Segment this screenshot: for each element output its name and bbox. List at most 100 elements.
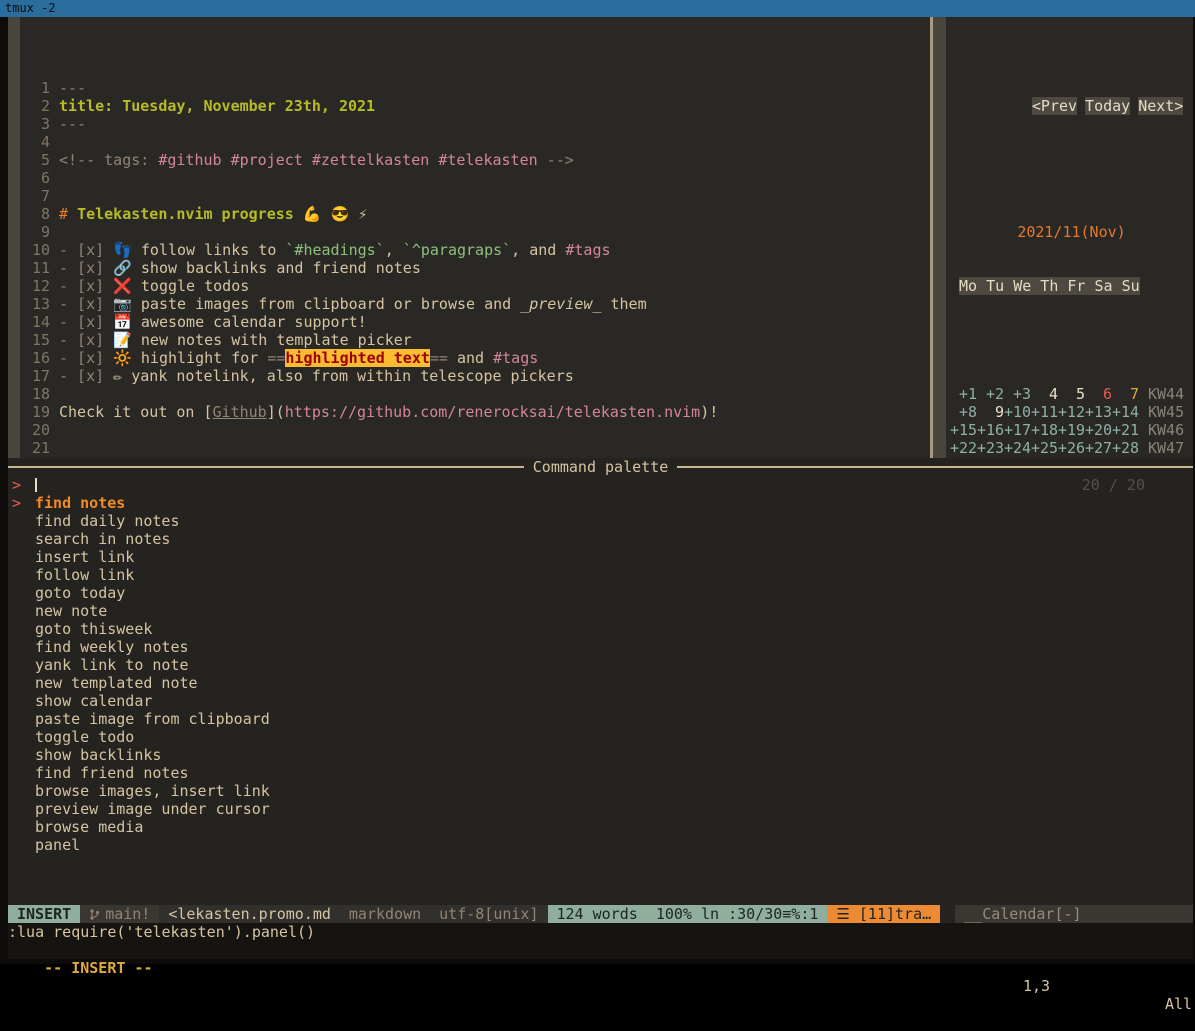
calendar-day-cell[interactable]: +20	[1085, 421, 1112, 439]
git-branch-segment: main!	[80, 905, 159, 923]
editor-line[interactable]: 11- [x] 🔗 show backlinks and friend note…	[20, 259, 930, 277]
calendar-day-cell[interactable]: +1	[950, 385, 977, 403]
editor-line[interactable]: 10- [x] 👣 follow links to `#headings`, `…	[20, 241, 930, 259]
palette-item[interactable]: search in notes	[8, 530, 1193, 548]
calendar-day-cell[interactable]: +2	[977, 385, 1004, 403]
calendar-day-cell[interactable]: +21	[1112, 421, 1139, 439]
palette-item-label: new note	[35, 602, 107, 620]
palette-item[interactable]: follow link	[8, 566, 1193, 584]
text-segment: `#headings`	[285, 241, 384, 259]
palette-item[interactable]: find friend notes	[8, 764, 1193, 782]
editor-pane[interactable]: 1---2title: Tuesday, November 23th, 2021…	[8, 17, 930, 458]
buffer-indicator[interactable]: ☰ [11]tra…	[827, 905, 940, 923]
result-counter: 20 / 20	[1082, 476, 1145, 494]
palette-item[interactable]: new note	[8, 602, 1193, 620]
line-text: - [x] 📝 new notes with template picker	[59, 331, 412, 349]
palette-item[interactable]: goto thisweek	[8, 620, 1193, 638]
calendar-day-cell[interactable]: +8	[950, 403, 977, 421]
month-title: 2021/11(Nov)	[950, 223, 1193, 241]
palette-item[interactable]: panel	[8, 836, 1193, 854]
palette-item[interactable]: find daily notes	[8, 512, 1193, 530]
sign-column	[933, 17, 946, 458]
editor-line[interactable]: 16- [x] 🔆 highlight for ==highlighted te…	[20, 349, 930, 367]
editor-line[interactable]: 15- [x] 📝 new notes with template picker	[20, 331, 930, 349]
editor-line[interactable]: 14- [x] 📅 awesome calendar support!	[20, 313, 930, 331]
calendar-nav-button[interactable]: <Prev	[1032, 97, 1077, 115]
editor-line[interactable]: 7	[20, 187, 930, 205]
editor-line[interactable]: 6	[20, 169, 930, 187]
separator-line	[677, 466, 1193, 468]
palette-item[interactable]: find weekly notes	[8, 638, 1193, 656]
line-text: ---	[59, 115, 86, 133]
palette-item[interactable]: show calendar	[8, 692, 1193, 710]
palette-item[interactable]: yank link to note	[8, 656, 1193, 674]
editor-line[interactable]: 18	[20, 385, 930, 403]
calendar-day-cell[interactable]: +13	[1085, 403, 1112, 421]
calendar-nav-button[interactable]: Today	[1085, 97, 1130, 115]
palette-item[interactable]: goto today	[8, 584, 1193, 602]
editor-line[interactable]: 5 <!-- tags: #github #project #zettelkast…	[20, 151, 930, 169]
calendar-day-cell[interactable]: +12	[1058, 403, 1085, 421]
text-segment: 📷 paste images from clipboard or browse …	[113, 295, 520, 313]
palette-prompt-row[interactable]: >	[8, 476, 1193, 494]
editor-line[interactable]: 8# Telekasten.nvim progress 💪 😎 ⚡	[20, 205, 930, 223]
calendar-day-cell[interactable]: +16	[977, 421, 1004, 439]
palette-item[interactable]: new templated note	[8, 674, 1193, 692]
filename: <lekasten.promo.md	[159, 905, 349, 923]
palette-item[interactable]: paste image from clipboard	[8, 710, 1193, 728]
calendar-day-cell[interactable]: +11	[1031, 403, 1058, 421]
palette-item[interactable]: browse images, insert link	[8, 782, 1193, 800]
editor-line[interactable]: 13- [x] 📷 paste images from clipboard or…	[20, 295, 930, 313]
palette-selected-row[interactable]: >find notes	[8, 494, 1193, 512]
calendar-day-cell[interactable]: +23	[977, 439, 1004, 457]
calendar-day-cell[interactable]: +19	[1058, 421, 1085, 439]
palette-item[interactable]: insert link	[8, 548, 1193, 566]
calendar-day-cell[interactable]: +26	[1058, 439, 1085, 457]
calendar-day-cell[interactable]: 6	[1085, 385, 1112, 403]
editor-line[interactable]: 2title: Tuesday, November 23th, 2021	[20, 97, 930, 115]
text-segment: - [x]	[59, 277, 113, 295]
calendar-day-cell[interactable]: 9	[977, 403, 1004, 421]
palette-item[interactable]: show backlinks	[8, 746, 1193, 764]
calendar-nav-button[interactable]: Next>	[1138, 97, 1183, 115]
line-text: - [x] 🔆 highlight for ==highlighted text…	[59, 349, 538, 367]
editor-line[interactable]: 12- [x] ❌ toggle todos	[20, 277, 930, 295]
command-line[interactable]: :lua require('telekasten').panel()	[8, 923, 1193, 941]
calendar-day-cell[interactable]: +18	[1031, 421, 1058, 439]
calendar-day-cell[interactable]: +28	[1112, 439, 1139, 457]
calendar-day-cell[interactable]: +27	[1085, 439, 1112, 457]
line-text: - [x] 📷 paste images from clipboard or b…	[59, 295, 647, 313]
calendar-day-cell[interactable]: 5	[1058, 385, 1085, 403]
calendar-day-cell[interactable]: +22	[950, 439, 977, 457]
text-segment	[429, 151, 438, 169]
calendar-day-cell[interactable]: +10	[1004, 403, 1031, 421]
editor-line[interactable]: 4	[20, 133, 930, 151]
calendar-day-cell[interactable]: +25	[1031, 439, 1058, 457]
editor-line[interactable]: 21	[20, 439, 930, 457]
text-segment: #github	[158, 151, 221, 169]
calendar-day-cell[interactable]: +3	[1004, 385, 1031, 403]
editor-line[interactable]: 1---	[20, 79, 930, 97]
editor-line[interactable]: 3---	[20, 115, 930, 133]
editor-line[interactable]: 19Check it out on [Github](https://githu…	[20, 403, 930, 421]
palette-item-label: new templated note	[35, 674, 198, 692]
palette-item[interactable]: browse media	[8, 818, 1193, 836]
palette-item-label: toggle todo	[35, 728, 134, 746]
line-number: 4	[20, 133, 50, 151]
palette-item[interactable]: preview image under cursor	[8, 800, 1193, 818]
palette-item[interactable]: toggle todo	[8, 728, 1193, 746]
text-segment: ,	[385, 241, 403, 259]
line-number: 5	[20, 151, 50, 169]
editor-line[interactable]: 20	[20, 421, 930, 439]
calendar-day-cell[interactable]: 4	[1031, 385, 1058, 403]
calendar-day-cell[interactable]: +14	[1112, 403, 1139, 421]
calendar-day-cell[interactable]: 7	[1112, 385, 1139, 403]
editor-line[interactable]: 17- [x] ✏ yank notelink, also from withi…	[20, 367, 930, 385]
calendar-day-cell[interactable]: +24	[1004, 439, 1031, 457]
text-segment: ](	[267, 403, 285, 421]
line-number: 8	[20, 205, 50, 223]
calendar-day-cell[interactable]: +17	[1004, 421, 1031, 439]
editor-line[interactable]: 9	[20, 223, 930, 241]
line-text: <!-- tags: #github #project #zettelkaste…	[59, 151, 574, 169]
calendar-day-cell[interactable]: +15	[950, 421, 977, 439]
